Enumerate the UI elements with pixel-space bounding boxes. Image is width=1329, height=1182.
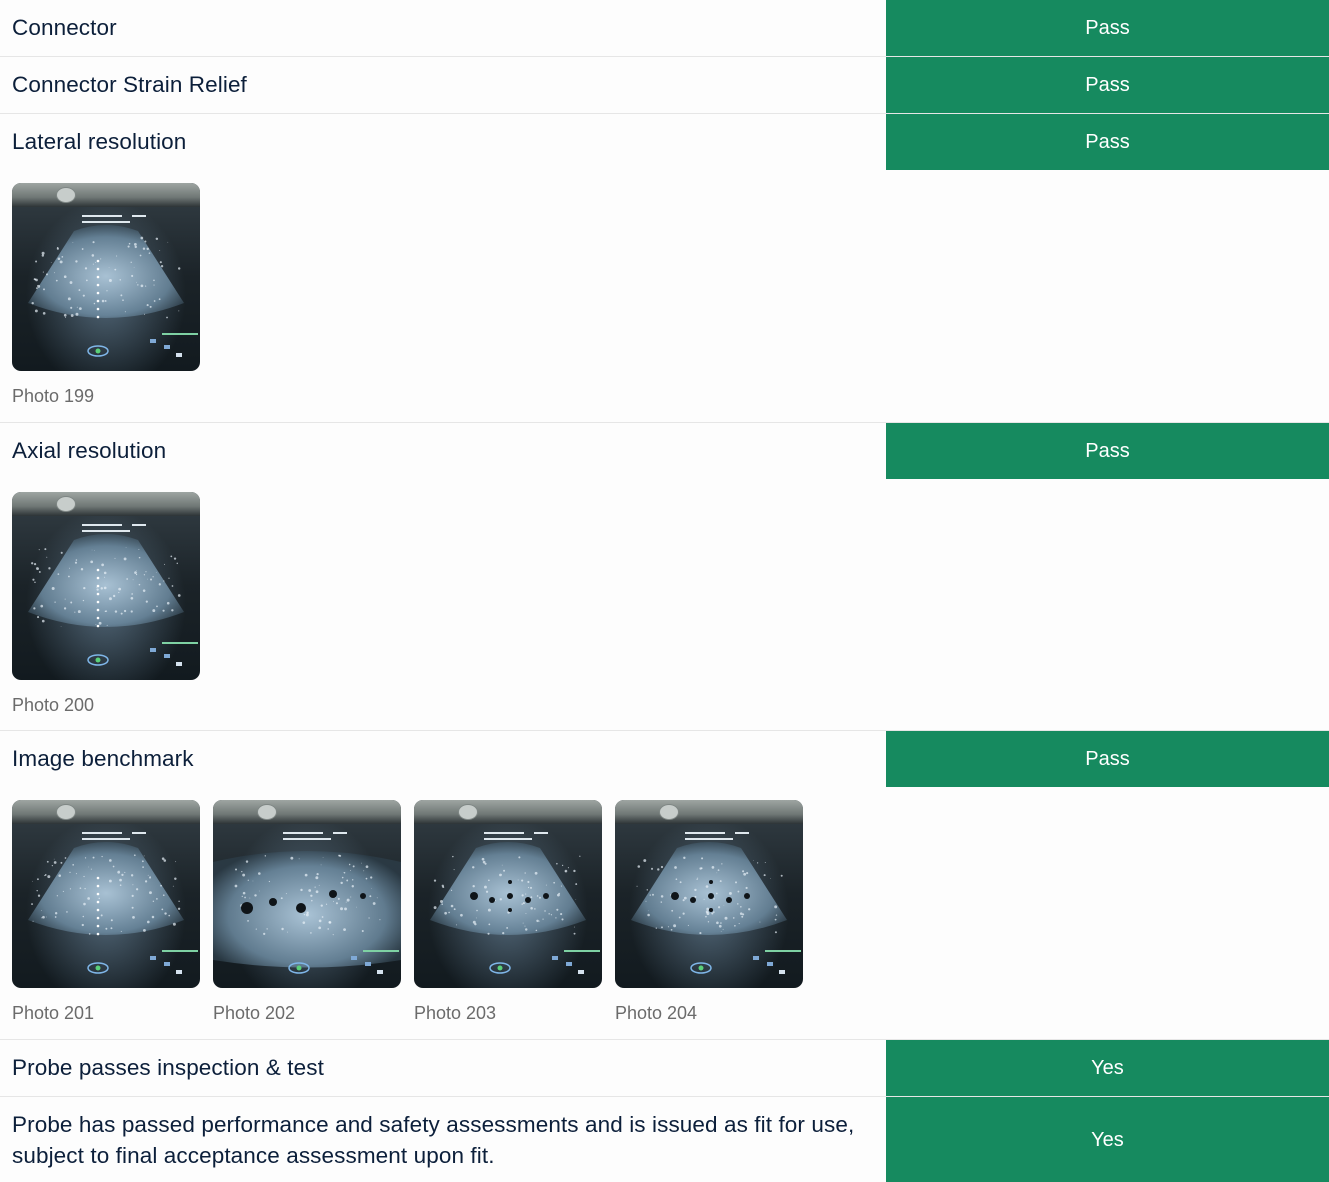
row-connector-strain-relief: Connector Strain Relief Pass xyxy=(0,57,1329,114)
photo-item[interactable]: Photo 199 xyxy=(12,183,200,407)
photo-caption: Photo 204 xyxy=(615,1002,803,1024)
row-axial-resolution: Axial resolution Pass Photo 200 xyxy=(0,423,1329,731)
row-label: Probe passes inspection & test xyxy=(12,1040,872,1096)
photo-thumbnail[interactable] xyxy=(414,800,602,988)
row-fit-for-use: Probe has passed performance and safety … xyxy=(0,1097,1329,1182)
photo-thumbnail[interactable] xyxy=(213,800,401,988)
status-badge: Pass xyxy=(886,57,1329,113)
status-badge: Yes xyxy=(886,1040,1329,1096)
status-badge: Pass xyxy=(886,423,1329,479)
photo-gallery: Photo 200 xyxy=(12,492,200,716)
row-lateral-resolution: Lateral resolution Pass Photo 199 xyxy=(0,114,1329,423)
photo-thumbnail[interactable] xyxy=(12,492,200,680)
photo-item[interactable]: Photo 201 xyxy=(12,800,200,1024)
photo-thumbnail[interactable] xyxy=(12,183,200,371)
row-label: Lateral resolution xyxy=(12,114,872,170)
photo-thumbnail[interactable] xyxy=(12,800,200,988)
row-connector: Connector Pass xyxy=(0,0,1329,57)
status-badge: Pass xyxy=(886,114,1329,170)
photo-gallery: Photo 199 xyxy=(12,183,200,407)
photo-gallery: Photo 201 Photo 202 Photo 203 Photo 204 xyxy=(12,800,803,1024)
row-label: Image benchmark xyxy=(12,731,872,787)
photo-caption: Photo 203 xyxy=(414,1002,602,1024)
photo-caption: Photo 200 xyxy=(12,694,200,716)
row-label: Connector Strain Relief xyxy=(12,57,872,113)
status-badge: Pass xyxy=(886,0,1329,56)
photo-caption: Photo 201 xyxy=(12,1002,200,1024)
row-image-benchmark: Image benchmark Pass Photo 201 Photo 202… xyxy=(0,731,1329,1040)
inspection-report: Connector Pass Connector Strain Relief P… xyxy=(0,0,1329,1182)
row-probe-passes: Probe passes inspection & test Yes xyxy=(0,1040,1329,1097)
row-label: Axial resolution xyxy=(12,423,872,479)
row-label: Connector xyxy=(12,0,872,56)
photo-caption: Photo 199 xyxy=(12,385,200,407)
photo-thumbnail[interactable] xyxy=(615,800,803,988)
row-label: Probe has passed performance and safety … xyxy=(12,1097,872,1182)
status-badge: Pass xyxy=(886,731,1329,787)
photo-item[interactable]: Photo 202 xyxy=(213,800,401,1024)
photo-item[interactable]: Photo 200 xyxy=(12,492,200,716)
photo-item[interactable]: Photo 203 xyxy=(414,800,602,1024)
status-badge: Yes xyxy=(886,1097,1329,1182)
photo-item[interactable]: Photo 204 xyxy=(615,800,803,1024)
photo-caption: Photo 202 xyxy=(213,1002,401,1024)
